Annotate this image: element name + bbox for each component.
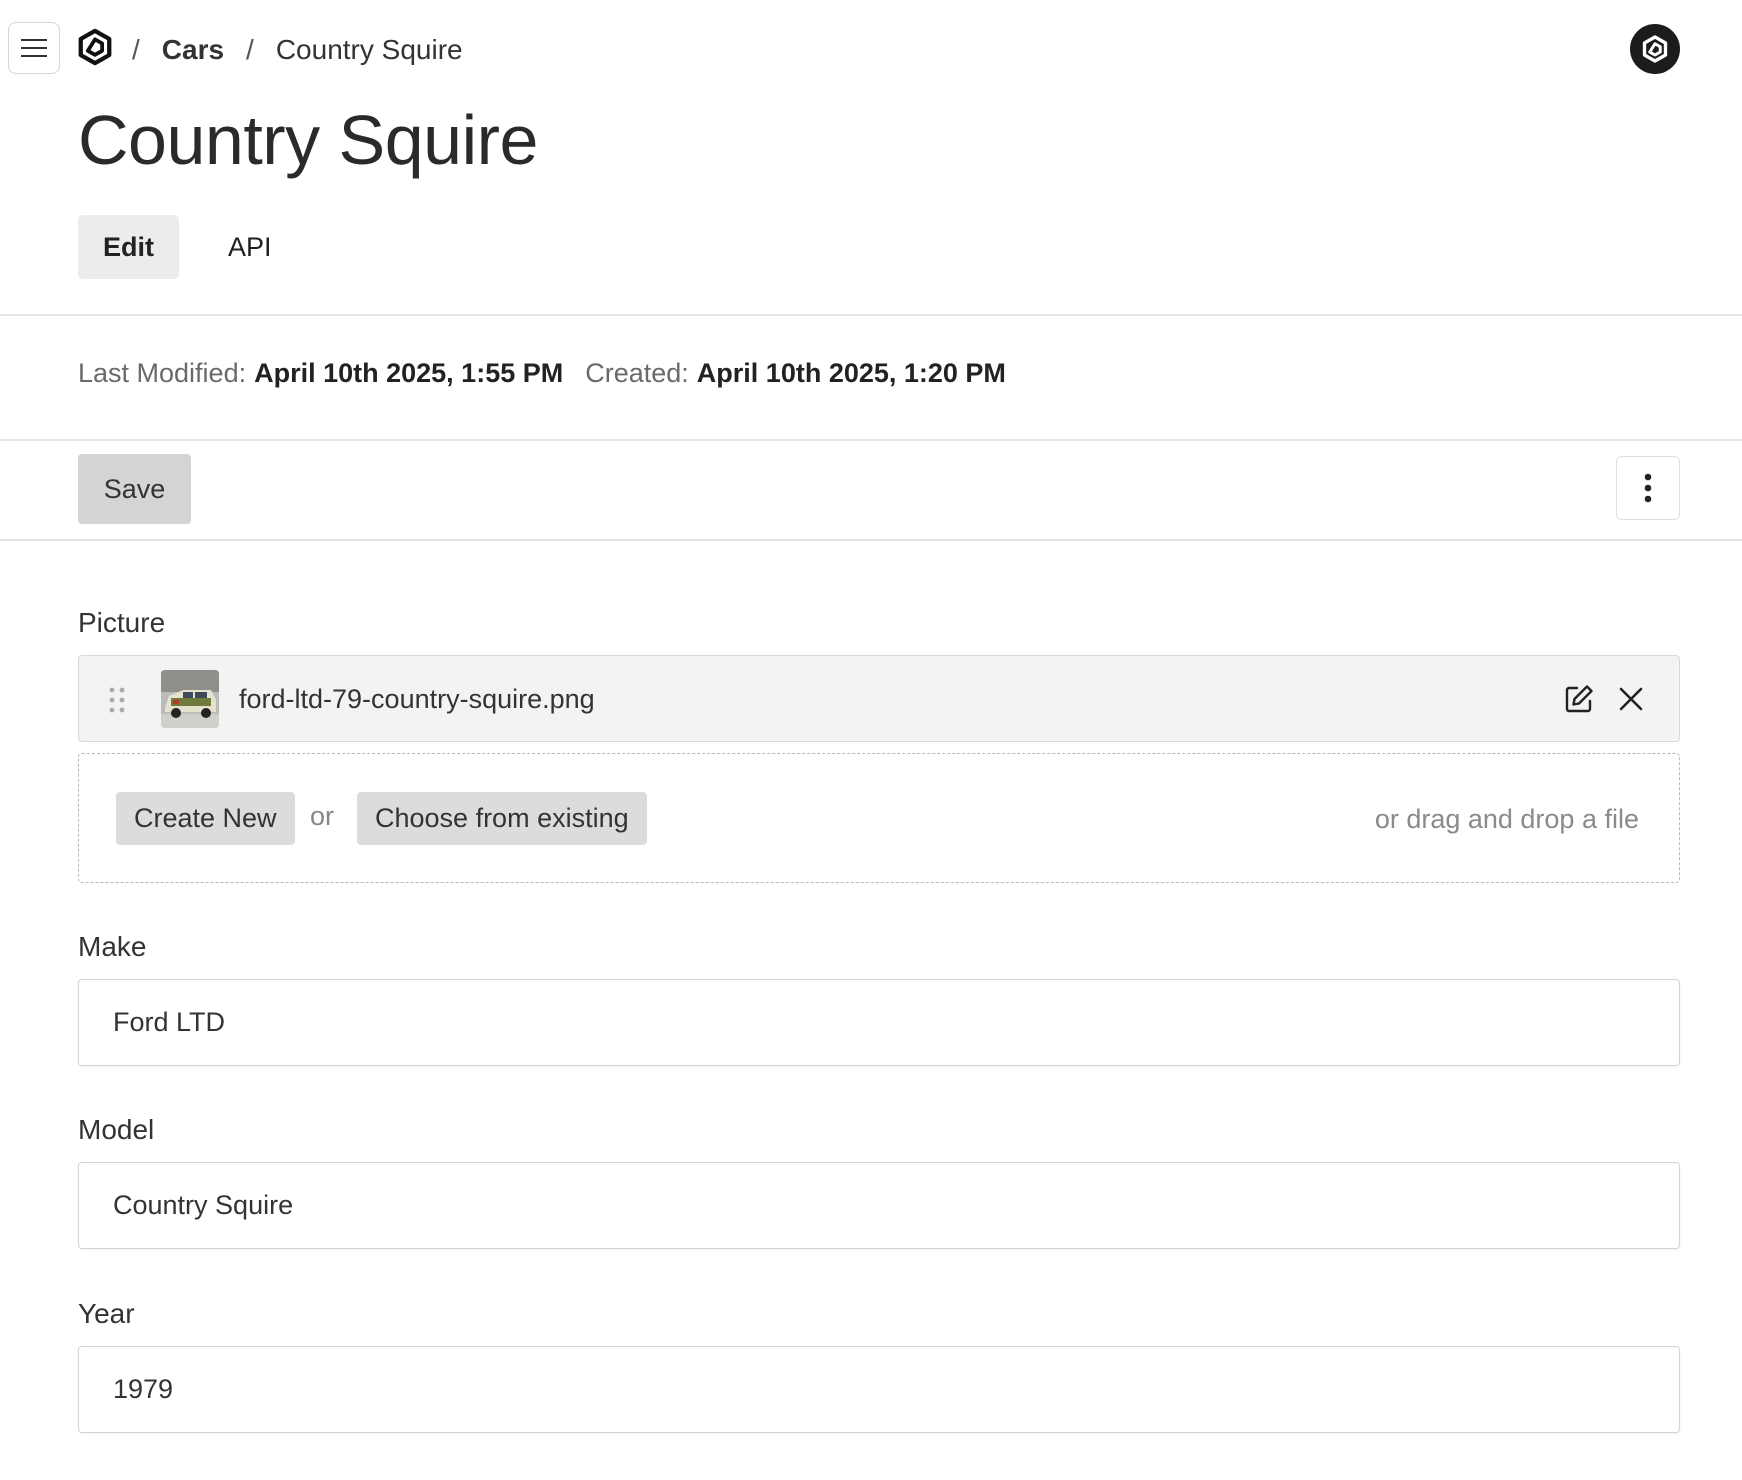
picture-file-row: ford-ltd-79-country-squire.png (78, 655, 1680, 742)
picture-thumbnail (161, 670, 219, 728)
breadcrumb-separator: / (132, 34, 140, 65)
breadcrumb-link-cars[interactable]: Cars (162, 34, 224, 66)
more-options-button[interactable] (1616, 456, 1680, 520)
year-input[interactable] (78, 1346, 1680, 1433)
choose-existing-button[interactable]: Choose from existing (357, 792, 647, 845)
drag-handle-icon[interactable] (109, 686, 125, 714)
save-button[interactable]: Save (78, 454, 191, 524)
divider (0, 539, 1742, 541)
make-label: Make (78, 931, 147, 962)
created-value: April 10th 2025, 1:20 PM (696, 358, 1006, 388)
breadcrumb-current: Country Squire (275, 34, 463, 65)
make-input[interactable] (78, 979, 1680, 1066)
or-text: or (310, 801, 335, 831)
divider (0, 439, 1742, 441)
avatar-logo-icon (1642, 35, 1668, 63)
drag-drop-hint: or drag and drop a file (1374, 804, 1639, 834)
picture-label: Picture (78, 607, 166, 638)
edit-icon[interactable] (1563, 683, 1595, 715)
picture-file-name[interactable]: ford-ltd-79-country-squire.png (239, 684, 595, 715)
model-input[interactable] (78, 1162, 1680, 1249)
year-label: Year (78, 1298, 135, 1329)
breadcrumb-separator: / (246, 34, 254, 65)
page-title: Country Squire (78, 101, 538, 179)
tab-api[interactable]: API (203, 215, 297, 279)
tab-edit[interactable]: Edit (78, 215, 179, 279)
breadcrumb: / Cars / Country Squire (132, 30, 463, 70)
timestamps: Last Modified: April 10th 2025, 1:55 PM … (78, 358, 1028, 389)
divider (0, 314, 1742, 316)
user-avatar[interactable] (1630, 24, 1680, 74)
app-root: / Cars / Country Squire Country Squire E… (0, 0, 1742, 1480)
close-icon[interactable] (1617, 685, 1645, 713)
model-label: Model (78, 1114, 155, 1145)
last-modified-value: April 10th 2025, 1:55 PM (254, 358, 564, 388)
last-modified-label: Last Modified: (78, 358, 247, 388)
hamburger-icon (21, 39, 47, 57)
file-dropzone[interactable]: Create New or Choose from existing or dr… (78, 753, 1680, 883)
menu-button[interactable] (8, 22, 60, 74)
kebab-vertical-icon (1644, 473, 1652, 503)
car-thumbnail-image (161, 670, 219, 728)
created-label: Created: (585, 358, 689, 388)
tab-bar: Edit API (78, 215, 297, 279)
brand-logo-icon[interactable] (76, 28, 114, 66)
create-new-button[interactable]: Create New (116, 792, 295, 845)
